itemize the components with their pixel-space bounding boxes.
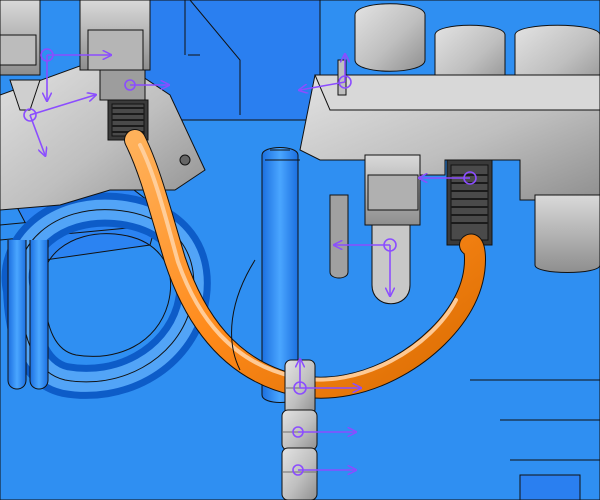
frame-corner-bracket bbox=[519, 474, 581, 500]
top-right-fitting-block bbox=[299, 3, 600, 305]
fitting-under-left-nut bbox=[367, 174, 419, 211]
right-cylinder bbox=[534, 194, 600, 273]
cad-viewport[interactable] bbox=[0, 0, 600, 500]
bracket-hole-icon bbox=[179, 154, 191, 166]
side-post bbox=[329, 194, 349, 279]
blue-tube-1 bbox=[7, 240, 27, 390]
clamp-2 bbox=[281, 409, 318, 451]
fitting-under-left-stem bbox=[371, 224, 411, 305]
cad-scene bbox=[0, 0, 600, 500]
fitting-left-nut bbox=[0, 34, 37, 66]
cap-1 bbox=[354, 3, 426, 72]
fitting-mid-nut bbox=[87, 29, 144, 71]
blue-tube-2 bbox=[29, 240, 49, 390]
